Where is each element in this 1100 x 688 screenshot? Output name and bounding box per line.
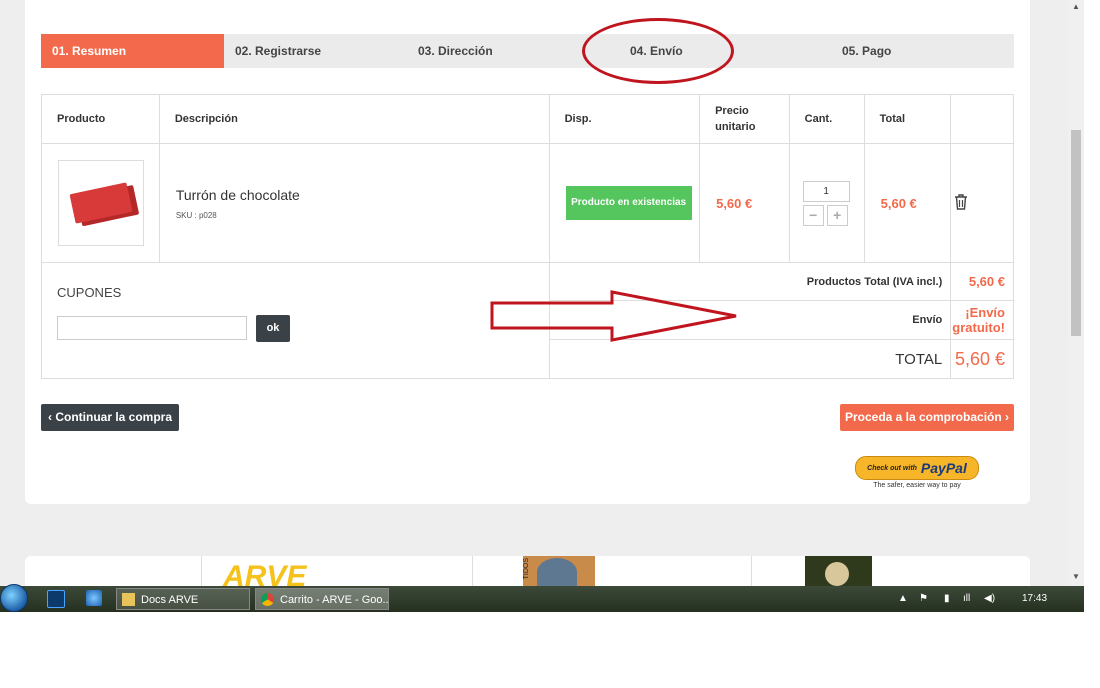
battery-icon[interactable]: ▮ (944, 586, 950, 612)
chevron-right-icon: › (1001, 410, 1010, 424)
taskbar-item-label: Carrito - ARVE - Goo... (280, 594, 389, 606)
delete-cell (950, 143, 1014, 263)
coupons-cell: CUPONES ok (41, 262, 550, 379)
vertical-scrollbar[interactable]: ▲ ▼ (1068, 0, 1084, 586)
header-availability: Disp. (548, 94, 701, 144)
unit-price-cell: 5,60 € (699, 143, 790, 263)
paypal-checkout-button[interactable]: Check out with PayPal The safer, easier … (855, 456, 979, 489)
start-button-icon[interactable] (0, 584, 28, 612)
portrait-image (537, 558, 577, 586)
paypal-logo: PayPal (920, 460, 967, 476)
chrome-icon (261, 593, 274, 606)
annotation-arrow-icon (490, 290, 737, 342)
taskbar-item-docs[interactable]: Docs ARVE (116, 588, 250, 610)
coupons-title: CUPONES (57, 285, 122, 300)
unit-price: 5,60 € (716, 195, 753, 211)
emblem-image[interactable] (805, 556, 872, 586)
total-label: TOTAL (548, 339, 952, 379)
book-side-text: TIDOS (523, 558, 530, 580)
product-image[interactable] (58, 160, 144, 246)
step-register[interactable]: 02. Registrarse (224, 34, 407, 68)
checkout-steps: 01. Resumen 02. Registrarse 03. Direcció… (41, 34, 1014, 68)
emblem-seal (825, 562, 849, 586)
arve-logo[interactable]: ARVE (223, 560, 306, 586)
product-thumb-cell (41, 143, 160, 263)
step-summary[interactable]: 01. Resumen (41, 34, 224, 68)
book-cover-image[interactable]: TIDOS (523, 556, 595, 586)
windows-taskbar: Docs ARVE Carrito - ARVE - Goo... ▲ ⚑ ▮ … (0, 584, 1084, 612)
product-desc-cell: Turrón de chocolate SKU : p028 (158, 143, 550, 263)
scroll-up-icon[interactable]: ▲ (1072, 2, 1080, 11)
paypal-pill: Check out with PayPal (855, 456, 979, 480)
total-value: 5,60 € (950, 339, 1014, 379)
strip-divider (751, 556, 752, 586)
product-sku: SKU : p028 (175, 210, 217, 220)
header-delete (950, 94, 1014, 144)
total-cell: 5,60 € (863, 143, 952, 263)
products-total-value: 5,60 € (950, 262, 1014, 301)
table-header-row: Producto Descripción Disp. Precio unitar… (41, 94, 1014, 144)
header-total: Total (863, 94, 952, 144)
scroll-thumb[interactable] (1071, 130, 1081, 336)
browser-viewport: 01. Resumen 02. Registrarse 03. Direcció… (0, 0, 1084, 586)
taskbar-item-label: Docs ARVE (141, 594, 199, 606)
chocolate-bar-image (69, 182, 133, 224)
continue-shopping-label: Continuar la compra (55, 410, 173, 424)
availability-cell: Producto en existencias (548, 143, 701, 263)
photoshop-icon[interactable] (47, 590, 65, 608)
taskbar-item-chrome[interactable]: Carrito - ARVE - Goo... (255, 588, 389, 610)
quantity-stepper: 1 − + (802, 180, 863, 226)
shipping-value: ¡Envío gratuito! (950, 300, 1014, 340)
step-payment[interactable]: 05. Pago (802, 34, 1014, 68)
signal-icon[interactable]: ıll (963, 586, 970, 612)
step-address[interactable]: 03. Dirección (407, 34, 590, 68)
coupon-input[interactable] (57, 316, 247, 340)
header-product: Producto (41, 94, 160, 144)
header-unit-price: Precio unitario (699, 94, 790, 144)
scroll-down-icon[interactable]: ▼ (1072, 572, 1080, 581)
quantity-cell: 1 − + (788, 143, 865, 263)
folder-icon (122, 593, 135, 606)
minus-icon[interactable]: − (802, 204, 824, 226)
trash-icon[interactable] (952, 193, 970, 211)
table-row: Turrón de chocolate SKU : p028 Producto … (41, 143, 1014, 263)
line-total: 5,60 € (880, 195, 917, 211)
show-hidden-icons-icon[interactable]: ▲ (898, 586, 908, 612)
continue-shopping-button[interactable]: ‹ Continuar la compra (41, 404, 179, 431)
annotation-circle (582, 18, 734, 84)
proceed-checkout-label: Proceda a la comprobación (844, 410, 1002, 424)
strip-divider (472, 556, 473, 586)
quantity-input[interactable]: 1 (802, 180, 850, 202)
update-icon[interactable]: ⚑ (919, 586, 928, 612)
paypal-tagline: The safer, easier way to pay (873, 482, 961, 489)
coupon-ok-button[interactable]: ok (256, 315, 290, 342)
plus-icon[interactable]: + (826, 204, 848, 226)
proceed-checkout-button[interactable]: Proceda a la comprobación › (840, 404, 1014, 431)
header-description: Descripción (158, 94, 550, 144)
header-quantity: Cant. (788, 94, 865, 144)
stock-badge: Producto en existencias (565, 186, 692, 220)
strip-divider (201, 556, 202, 586)
partners-strip: ARVE TIDOS (25, 556, 1030, 586)
paypal-small-text: Check out with (867, 464, 917, 472)
product-name[interactable]: Turrón de chocolate (161, 187, 548, 203)
internet-explorer-icon[interactable] (86, 590, 102, 606)
volume-icon[interactable]: ◀) (984, 586, 995, 612)
clock[interactable]: 17:43 (1022, 586, 1047, 612)
